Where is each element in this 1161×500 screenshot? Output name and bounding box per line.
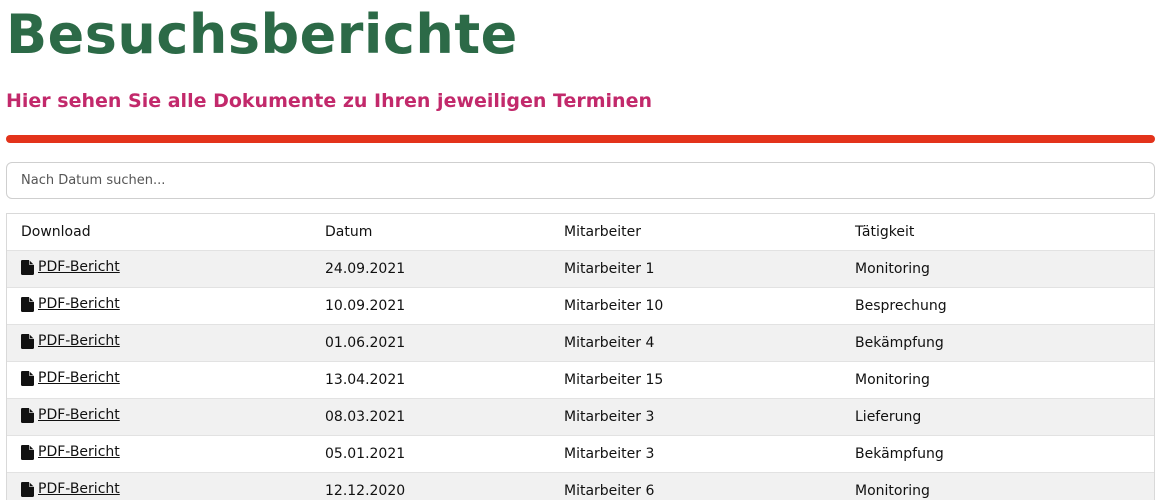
cell-download: PDF-Bericht xyxy=(7,472,325,500)
pdf-report-label: PDF-Bericht xyxy=(38,407,120,424)
pdf-report-label: PDF-Bericht xyxy=(38,333,120,350)
cell-datum: 24.09.2021 xyxy=(325,250,564,288)
file-icon xyxy=(21,333,34,349)
cell-mitarbeiter: Mitarbeiter 3 xyxy=(564,398,855,436)
file-icon xyxy=(21,444,34,460)
page-title: Besuchsberichte xyxy=(6,3,518,66)
pdf-report-link[interactable]: PDF-Bericht xyxy=(21,259,120,275)
file-icon xyxy=(21,259,34,275)
pdf-report-link[interactable]: PDF-Bericht xyxy=(21,296,120,312)
cell-download: PDF-Bericht xyxy=(7,361,325,399)
pdf-report-label: PDF-Bericht xyxy=(38,481,120,498)
cell-taetigkeit: Monitoring xyxy=(855,472,1154,500)
file-icon xyxy=(21,296,34,312)
cell-mitarbeiter: Mitarbeiter 4 xyxy=(564,324,855,362)
pdf-report-link[interactable]: PDF-Bericht xyxy=(21,333,120,349)
table-row: PDF-Bericht 24.09.2021 Mitarbeiter 1 Monito… xyxy=(7,250,1154,288)
cell-mitarbeiter: Mitarbeiter 6 xyxy=(564,472,855,500)
cell-download: PDF-Bericht xyxy=(7,324,325,362)
table-row: PDF-Bericht 05.01.2021 Mitarbeiter 3 Bekämp… xyxy=(7,435,1154,473)
cell-mitarbeiter: Mitarbeiter 15 xyxy=(564,361,855,399)
table-row: PDF-Bericht 01.06.2021 Mitarbeiter 4 Bekämp… xyxy=(7,324,1154,362)
page: Besuchsberichte Hier sehen Sie alle Doku… xyxy=(0,0,1161,500)
pdf-report-link[interactable]: PDF-Bericht xyxy=(21,481,120,497)
page-subtitle: Hier sehen Sie alle Dokumente zu Ihren j… xyxy=(6,90,652,112)
table-row: PDF-Bericht 13.04.2021 Mitarbeiter 15 Monit… xyxy=(7,361,1154,399)
pdf-report-link[interactable]: PDF-Bericht xyxy=(21,444,120,460)
cell-datum: 10.09.2021 xyxy=(325,287,564,325)
table-row: PDF-Bericht 10.09.2021 Mitarbeiter 10 Bespr… xyxy=(7,287,1154,325)
cell-datum: 13.04.2021 xyxy=(325,361,564,399)
cell-mitarbeiter: Mitarbeiter 10 xyxy=(564,287,855,325)
pdf-report-label: PDF-Bericht xyxy=(38,259,120,276)
pdf-report-link[interactable]: PDF-Bericht xyxy=(21,407,120,423)
cell-taetigkeit: Monitoring xyxy=(855,361,1154,399)
cell-download: PDF-Bericht xyxy=(7,250,325,288)
pdf-report-label: PDF-Bericht xyxy=(38,370,120,387)
cell-taetigkeit: Bekämpfung xyxy=(855,324,1154,362)
cell-download: PDF-Bericht xyxy=(7,287,325,325)
column-header-taetigkeit[interactable]: Tätigkeit xyxy=(855,214,1154,251)
search-input[interactable] xyxy=(6,162,1155,199)
cell-taetigkeit: Monitoring xyxy=(855,250,1154,288)
cell-taetigkeit: Bekämpfung xyxy=(855,435,1154,473)
pdf-report-label: PDF-Bericht xyxy=(38,296,120,313)
cell-datum: 12.12.2020 xyxy=(325,472,564,500)
pdf-report-label: PDF-Bericht xyxy=(38,444,120,461)
cell-datum: 01.06.2021 xyxy=(325,324,564,362)
table-row: PDF-Bericht 08.03.2021 Mitarbeiter 3 Liefer… xyxy=(7,398,1154,436)
file-icon xyxy=(21,370,34,386)
cell-mitarbeiter: Mitarbeiter 1 xyxy=(564,250,855,288)
table-body: PDF-Bericht 24.09.2021 Mitarbeiter 1 Monito… xyxy=(7,250,1154,500)
file-icon xyxy=(21,481,34,497)
cell-download: PDF-Bericht xyxy=(7,398,325,436)
column-header-download[interactable]: Download xyxy=(7,214,325,251)
file-icon xyxy=(21,407,34,423)
cell-taetigkeit: Besprechung xyxy=(855,287,1154,325)
cell-datum: 05.01.2021 xyxy=(325,435,564,473)
pdf-report-link[interactable]: PDF-Bericht xyxy=(21,370,120,386)
cell-taetigkeit: Lieferung xyxy=(855,398,1154,436)
cell-datum: 08.03.2021 xyxy=(325,398,564,436)
reports-table-container: Download Datum Mitarbeiter Tätigkeit PDF… xyxy=(6,213,1155,500)
table-header-row: Download Datum Mitarbeiter Tätigkeit xyxy=(7,214,1154,251)
cell-mitarbeiter: Mitarbeiter 3 xyxy=(564,435,855,473)
column-header-mitarbeiter[interactable]: Mitarbeiter xyxy=(564,214,855,251)
divider xyxy=(6,135,1155,143)
reports-table: Download Datum Mitarbeiter Tätigkeit PDF… xyxy=(7,214,1154,500)
cell-download: PDF-Bericht xyxy=(7,435,325,473)
table-row: PDF-Bericht 12.12.2020 Mitarbeiter 6 Monito… xyxy=(7,472,1154,500)
column-header-datum[interactable]: Datum xyxy=(325,214,564,251)
